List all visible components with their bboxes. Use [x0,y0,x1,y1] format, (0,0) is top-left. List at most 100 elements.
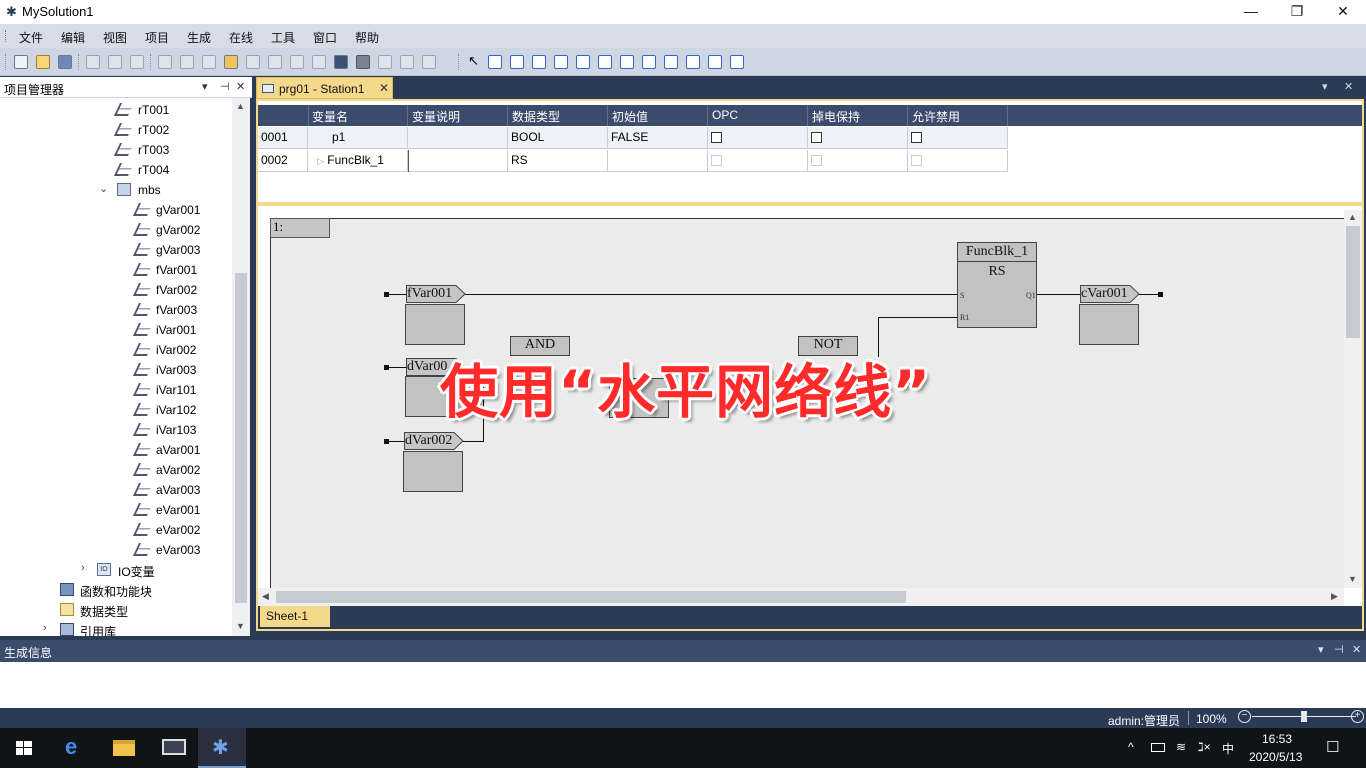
tree-scroll-thumb[interactable] [235,273,247,603]
cut-icon[interactable] [86,55,100,69]
allow-disable-checkbox[interactable] [911,155,922,166]
diagram-horizontal-scrollbar[interactable]: ◀ ▶ [258,588,1344,606]
init-value-cell[interactable]: FALSE [608,127,708,149]
undo-icon[interactable] [158,55,172,69]
select-pointer-icon[interactable]: ↖ [468,54,482,69]
tree-item-iVar102[interactable]: iVar102 [0,400,232,420]
panel-close-icon[interactable]: ✕ [236,80,245,93]
panel-pin-icon[interactable]: ⊣ [1334,643,1344,656]
stop-icon[interactable] [378,55,392,69]
tree-item-rT003[interactable]: rT003 [0,140,232,160]
return-icon[interactable] [642,55,656,69]
horizontal-network-line[interactable] [465,294,958,295]
col-data-type[interactable]: 数据类型 [512,108,560,125]
wifi-icon[interactable]: ≋ [1176,740,1186,754]
block-icon[interactable] [532,55,546,69]
tree-item-eVar002[interactable]: eVar002 [0,520,232,540]
tab-prg01-station1[interactable]: prg01 - Station1 ✕ [256,77,393,99]
battery-icon[interactable] [1151,743,1165,752]
tree-item-iVar101[interactable]: iVar101 [0,380,232,400]
step-icon[interactable] [422,55,436,69]
menu-build[interactable]: 生成 [187,29,211,46]
chevron-down-icon[interactable]: ⌄ [99,182,108,195]
tree-item-aVar001[interactable]: aVar001 [0,440,232,460]
open-folder-icon[interactable] [36,55,50,69]
tree-item-fVar003[interactable]: fVar003 [0,300,232,320]
panel-dropdown-icon[interactable]: ▾ [1318,643,1324,656]
menu-project[interactable]: 项目 [145,29,169,46]
pin-q1[interactable]: Q1 [1026,291,1036,300]
run-icon[interactable] [356,55,370,69]
table-row[interactable]: 0002 ▷ FuncBlk_1 RS [258,150,1008,172]
taskbar-edge[interactable]: e [50,728,98,768]
tree-item-fVar002[interactable]: fVar002 [0,280,232,300]
menu-view[interactable]: 视图 [103,29,127,46]
network-label[interactable]: 1: [270,218,330,238]
tree-item-iVar003[interactable]: iVar003 [0,360,232,380]
tree-item-rT004[interactable]: rT004 [0,160,232,180]
tree-item-libraries[interactable]: › 引用库 [0,620,232,636]
rebuild-icon[interactable] [224,55,238,69]
output-var-cVar001[interactable]: cVar001 [1080,285,1140,303]
tree-item-gVar001[interactable]: gVar001 [0,200,232,220]
tree-item-data-types[interactable]: 数据类型 [0,600,232,620]
var-box[interactable] [405,304,465,345]
col-var-desc[interactable]: 变量说明 [412,108,460,125]
menu-window[interactable]: 窗口 [313,29,337,46]
start-button[interactable] [0,728,48,768]
volume-icon[interactable]: ℷ× [1198,740,1211,754]
tree-item-gVar002[interactable]: gVar002 [0,220,232,240]
chevron-right-icon[interactable]: › [81,562,85,574]
monitor-icon[interactable] [334,55,348,69]
clock-time[interactable]: 16:53 [1262,732,1292,746]
var-desc-cell[interactable] [408,150,508,172]
continuation-icon[interactable] [686,55,700,69]
panel-close-icon[interactable]: ✕ [1352,643,1361,656]
comment-icon[interactable] [708,55,722,69]
diagram-vertical-scrollbar[interactable]: ▲ ▼ [1344,210,1362,588]
var-box[interactable] [403,451,463,492]
tree-item-iVar002[interactable]: iVar002 [0,340,232,360]
horizontal-scroll-thumb[interactable] [276,591,906,603]
data-type-cell[interactable]: RS [508,150,608,172]
zoom-slider-thumb[interactable] [1301,711,1307,722]
label-icon[interactable] [620,55,634,69]
tab-close-icon[interactable]: ✕ [379,81,389,95]
tree-item-iVar001[interactable]: iVar001 [0,320,232,340]
menu-help[interactable]: 帮助 [355,29,379,46]
col-init-value[interactable]: 初始值 [612,108,648,125]
taskbar-remote[interactable] [150,728,198,768]
var-desc-cell[interactable] [408,127,508,149]
taskbar-app[interactable]: ✱ [198,728,246,768]
tree-item-eVar003[interactable]: eVar003 [0,540,232,560]
tray-chevron-icon[interactable]: ^ [1128,740,1134,754]
restore-button[interactable]: ❐ [1274,0,1320,24]
col-var-name[interactable]: 变量名 [312,108,348,125]
tree-item-io-vars[interactable]: › IO IO变量 [0,560,232,580]
function-block-rs[interactable]: FuncBlk_1 RS S R1 Q1 [957,242,1037,328]
output-var-icon[interactable] [576,55,590,69]
taskbar-explorer[interactable] [100,728,148,768]
build-icon[interactable] [202,55,216,69]
menu-file[interactable]: 文件 [19,29,43,46]
scroll-left-icon[interactable]: ◀ [262,591,269,602]
zoom-out-button[interactable]: − [1238,710,1251,723]
tree-item-rT001[interactable]: rT001 [0,100,232,120]
vertical-scroll-thumb[interactable] [1346,226,1360,338]
tree-item-aVar002[interactable]: aVar002 [0,460,232,480]
horizontal-line-icon[interactable] [488,55,502,69]
redo-icon[interactable] [180,55,194,69]
scroll-down-icon[interactable]: ▼ [236,621,245,631]
tab-sheet-1[interactable]: Sheet-1 [260,606,330,627]
pin-s[interactable]: S [960,291,964,300]
clock-date[interactable]: 2020/5/13 [1249,750,1302,764]
retain-checkbox[interactable] [811,132,822,143]
pause-icon[interactable] [400,55,414,69]
var-box[interactable] [1079,304,1139,345]
compile-icon[interactable] [246,55,260,69]
tree-item-fVar001[interactable]: fVar001 [0,260,232,280]
tree-scrollbar[interactable]: ▲ ▼ [232,98,250,636]
menu-tools[interactable]: 工具 [271,29,295,46]
var-name-cell[interactable]: ▷ FuncBlk_1 [308,150,408,172]
close-button[interactable]: ✕ [1320,0,1366,24]
